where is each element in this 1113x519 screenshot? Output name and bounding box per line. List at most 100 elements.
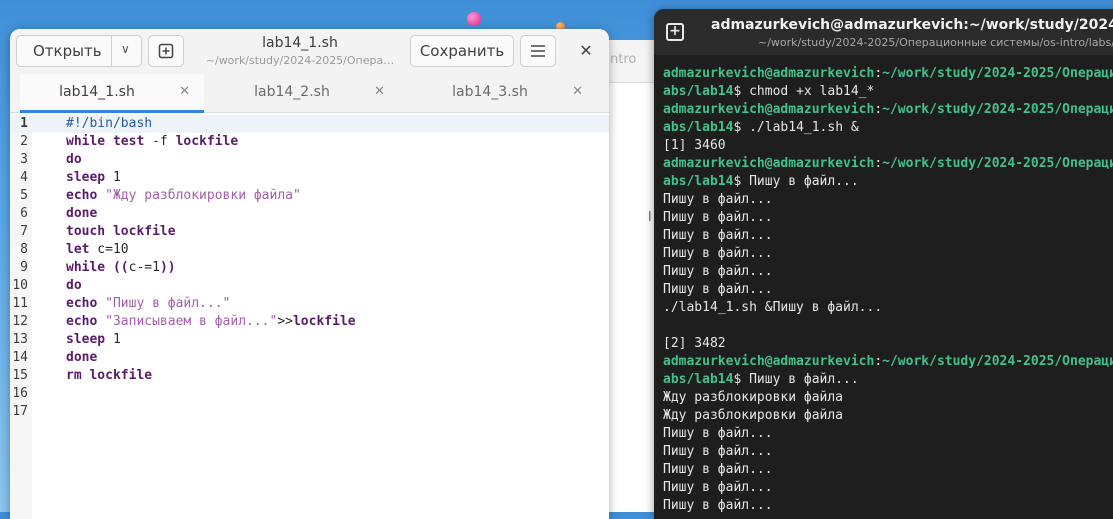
- code-text: echo "Жду разблокировки файла": [66, 188, 301, 203]
- command-text: $ ./lab14_1.sh &: [733, 120, 859, 135]
- prompt-path: abs/lab14: [663, 372, 734, 387]
- document-path: ~/work/study/2024-2025/Опера…: [205, 54, 395, 67]
- line-number: 3: [20, 152, 28, 167]
- prompt-separator: :: [874, 66, 883, 81]
- code-line[interactable]: 4 sleep 1: [10, 169, 609, 187]
- code-text: rm lockfile: [66, 368, 153, 383]
- code-text: done: [66, 350, 98, 365]
- prompt-separator: :: [874, 354, 883, 369]
- code-line[interactable]: 12 echo "Записываем в файл...">>lockfile: [10, 313, 609, 331]
- code-line[interactable]: 7 touch lockfile: [10, 223, 609, 241]
- terminal-line: Пишу в файл...: [663, 264, 773, 279]
- line-number: 12: [12, 314, 28, 329]
- terminal-line: Пишу в файл...: [663, 444, 773, 459]
- terminal-line: [2] 3482: [663, 336, 726, 351]
- terminal-line: Пишу в файл...: [663, 210, 773, 225]
- hamburger-menu-icon: [531, 45, 545, 57]
- tab-lab14-3[interactable]: lab14_3.sh ✕: [413, 74, 597, 112]
- menu-button[interactable]: [520, 35, 556, 67]
- terminal-line: admazurkevich@admazurkevich:~/work/study…: [663, 155, 1113, 173]
- terminal-line: ./lab14_1.sh &Пишу в файл...: [663, 300, 883, 315]
- tab-lab14-1[interactable]: lab14_1.sh ✕: [20, 74, 204, 113]
- terminal-line: Жду разблокировки файла: [663, 390, 844, 405]
- terminal-line: Пишу в файл...: [663, 498, 773, 513]
- document-title: lab14_1.sh: [262, 35, 338, 51]
- code-line[interactable]: 8 let c=10: [10, 241, 609, 259]
- line-number: 16: [12, 386, 28, 401]
- background-char: l: [648, 210, 652, 225]
- line-number: 9: [20, 260, 28, 275]
- code-line[interactable]: 1 #!/bin/bash: [10, 115, 609, 133]
- code-text: sleep 1: [66, 170, 121, 185]
- open-button[interactable]: Открыть ∨: [16, 35, 142, 67]
- tab-bar: lab14_1.sh ✕ lab14_2.sh ✕ lab14_3.sh ✕: [10, 74, 609, 113]
- terminal-line: admazurkevich@admazurkevich:~/work/study…: [663, 101, 1113, 119]
- chevron-down-icon[interactable]: ∨: [121, 42, 130, 56]
- line-number: 11: [12, 296, 28, 311]
- text-editor-window: Открыть ∨ lab14_1.sh ~/work/study/2024-2…: [10, 29, 609, 519]
- code-line[interactable]: 5 echo "Жду разблокировки файла": [10, 187, 609, 205]
- terminal-line: [1] 3460: [663, 138, 726, 153]
- line-number: 15: [12, 368, 28, 383]
- code-text: let c=10: [66, 242, 129, 257]
- close-tab-icon[interactable]: ✕: [179, 84, 190, 99]
- prompt-user: admazurkevich@admazurkevich: [663, 102, 875, 117]
- code-text: while ((c-=1)): [66, 260, 176, 275]
- code-line[interactable]: 10 do: [10, 277, 609, 295]
- terminal-line: Пишу в файл...: [663, 426, 773, 441]
- code-line[interactable]: 17: [10, 403, 609, 421]
- code-text: touch lockfile: [66, 224, 176, 239]
- code-line[interactable]: 11 echo "Пишу в файл...": [10, 295, 609, 313]
- line-number: 4: [20, 170, 28, 185]
- prompt-user: admazurkevich@admazurkevich: [663, 354, 875, 369]
- prompt-path: ~/work/study/2024-2025/Операционные сист…: [882, 354, 1113, 369]
- prompt-path: ~/work/study/2024-2025/Операционные сист…: [882, 156, 1113, 171]
- prompt-separator: :: [874, 156, 883, 171]
- terminal-line: admazurkevich@admazurkevich:~/work/study…: [663, 353, 1113, 371]
- code-line[interactable]: 15 rm lockfile: [10, 367, 609, 385]
- code-line[interactable]: 13 sleep 1: [10, 331, 609, 349]
- code-text: #!/bin/bash: [66, 116, 153, 131]
- close-tab-icon[interactable]: ✕: [572, 84, 583, 99]
- new-tab-button[interactable]: [148, 35, 184, 67]
- code-line[interactable]: 2 while test -f lockfile: [10, 133, 609, 151]
- code-view[interactable]: 1 #!/bin/bash 2 while test -f lockfile 3 do 4 s…: [10, 113, 609, 519]
- split-divider: [111, 36, 112, 66]
- line-number: 17: [12, 404, 28, 419]
- desktop-decoration: [467, 12, 481, 26]
- terminal-window: + admazurkevich@admazurkevich:~/work/stu…: [654, 9, 1113, 519]
- tab-label: lab14_3.sh: [452, 84, 528, 100]
- save-button[interactable]: Сохранить: [410, 35, 514, 67]
- code-line[interactable]: 9 while ((c-=1)): [10, 259, 609, 277]
- code-text: sleep 1: [66, 332, 121, 347]
- new-tab-icon: [158, 43, 174, 59]
- terminal-line: Пишу в файл...: [663, 228, 773, 243]
- code-line[interactable]: 6 done: [10, 205, 609, 223]
- code-text: echo "Записываем в файл...">>lockfile: [66, 314, 356, 329]
- terminal-line: abs/lab14$ chmod +x lab14_*: [663, 83, 874, 101]
- terminal-line: Жду разблокировки файла: [663, 408, 844, 423]
- code-line[interactable]: 14 done: [10, 349, 609, 367]
- line-number: 14: [12, 350, 28, 365]
- prompt-path: abs/lab14: [663, 120, 734, 135]
- new-terminal-tab-icon[interactable]: +: [666, 23, 684, 41]
- prompt-path: abs/lab14: [663, 174, 734, 189]
- prompt-user: admazurkevich@admazurkevich: [663, 156, 875, 171]
- tab-label: lab14_2.sh: [254, 84, 330, 100]
- line-number: 5: [20, 188, 28, 203]
- code-line[interactable]: 3 do: [10, 151, 609, 169]
- prompt-separator: :: [874, 102, 883, 117]
- command-text: $ Пишу в файл...: [733, 372, 859, 387]
- code-line[interactable]: 16: [10, 385, 609, 403]
- prompt-path: abs/lab14: [663, 84, 734, 99]
- code-text: done: [66, 206, 98, 221]
- code-text: while test -f lockfile: [66, 134, 239, 149]
- close-tab-icon[interactable]: ✕: [374, 84, 385, 99]
- prompt-user: admazurkevich@admazurkevich: [663, 66, 875, 81]
- close-icon: ✕: [579, 41, 593, 60]
- code-text: do: [66, 152, 82, 167]
- close-window-button[interactable]: ✕: [574, 39, 598, 63]
- tab-lab14-2[interactable]: lab14_2.sh ✕: [215, 74, 399, 112]
- code-text: echo "Пишу в файл...": [66, 296, 231, 311]
- terminal-line: Пишу в файл...: [663, 480, 773, 495]
